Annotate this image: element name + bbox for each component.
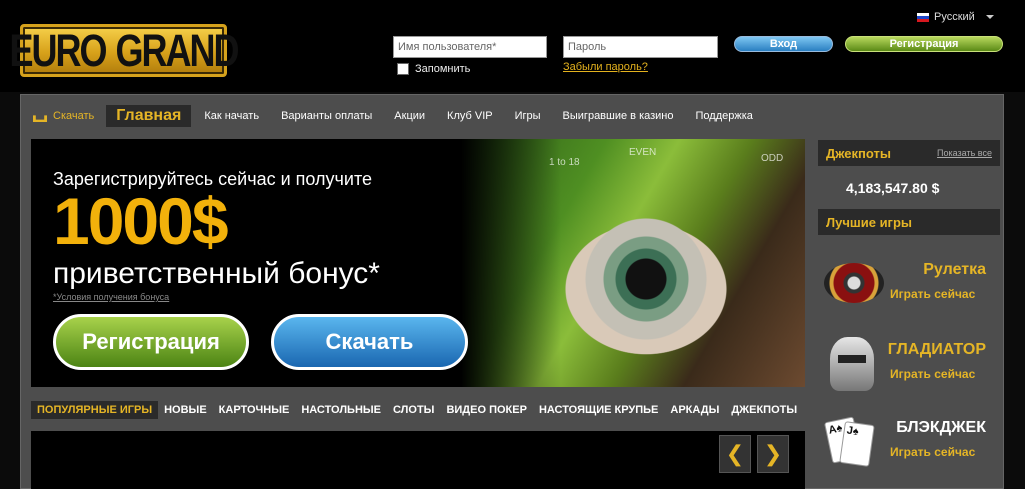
nav-how-to-start[interactable]: Как начать <box>193 110 270 122</box>
game-name: ГЛАДИАТОР <box>887 341 986 358</box>
banner-register-button[interactable]: Регистрация <box>53 314 249 370</box>
language-selector[interactable]: Русский <box>917 11 994 23</box>
main-nav: Скачать Главная Как начать Варианты опла… <box>21 103 764 129</box>
login-button[interactable]: Вход <box>734 36 833 52</box>
game-name: БЛЭКДЖЕК <box>896 419 986 436</box>
gladiator-helmet-icon <box>830 337 874 391</box>
nav-winners[interactable]: Выигравшие в казино <box>552 110 685 122</box>
game-name: Рулетка <box>923 261 986 278</box>
promo-subline: приветственный бонус* <box>53 257 380 290</box>
password-input[interactable]: Пароль <box>563 36 718 58</box>
nav-home[interactable]: Главная <box>106 105 192 127</box>
jackpots-title: Джекпоты <box>826 145 891 161</box>
jackpot-value: 4,183,547.80 $ <box>846 180 940 196</box>
carousel-next-button[interactable]: ❯ <box>757 435 789 473</box>
show-all-link[interactable]: Показать все <box>937 148 992 158</box>
best-games-title: Лучшие игры <box>826 214 913 230</box>
forgot-password-link[interactable]: Забыли пароль? <box>563 61 648 73</box>
nav-games[interactable]: Игры <box>504 110 552 122</box>
games-carousel: ❮ ❯ <box>31 431 805 489</box>
roulette-eye-image: 1 to 18 EVEN ODD <box>461 139 805 387</box>
tab-video-poker[interactable]: ВИДЕО ПОКЕР <box>440 404 533 416</box>
download-icon <box>33 115 47 122</box>
tab-popular[interactable]: ПОПУЛЯРНЫЕ ИГРЫ <box>31 401 159 419</box>
main-panel: Скачать Главная Как начать Варианты опла… <box>20 94 1004 489</box>
tab-table[interactable]: НАСТОЛЬНЫЕ <box>295 404 387 416</box>
jackpots-header: Джекпоты Показать все <box>818 140 1000 166</box>
game-gladiator[interactable]: ГЛАДИАТОР Играть сейчас <box>818 333 1000 409</box>
password-placeholder: Пароль <box>568 41 607 53</box>
tab-slots[interactable]: СЛОТЫ <box>387 404 440 416</box>
card: J♠ <box>839 421 875 467</box>
nav-support[interactable]: Поддержка <box>685 110 764 122</box>
roulette-icon <box>824 263 884 303</box>
game-blackjack[interactable]: A♠ J♠ БЛЭКДЖЕК Играть сейчас <box>818 411 1000 487</box>
game-category-tabs: ПОПУЛЯРНЫЕ ИГРЫ НОВЫЕ КАРТОЧНЫЕ НАСТОЛЬН… <box>31 400 803 420</box>
tab-arcade[interactable]: АРКАДЫ <box>664 404 725 416</box>
nav-payment-options[interactable]: Варианты оплаты <box>270 110 383 122</box>
banner-shade <box>461 139 561 387</box>
logo-text-left: EURO <box>9 24 108 76</box>
promo-amount: 1000$ <box>53 184 229 258</box>
tab-new[interactable]: НОВЫЕ <box>158 404 213 416</box>
register-top-button[interactable]: Регистрация <box>845 36 1003 52</box>
wheel-label: ODD <box>761 153 784 164</box>
remember-label: Запомнить <box>415 63 471 75</box>
chevron-down-icon <box>985 15 994 19</box>
language-label: Русский <box>934 11 975 23</box>
carousel-prev-button[interactable]: ❮ <box>719 435 751 473</box>
promo-banner[interactable]: 1 to 18 EVEN ODD Зарегистрируйтесь сейча… <box>31 139 805 387</box>
tab-card[interactable]: КАРТОЧНЫЕ <box>213 404 296 416</box>
nav-download-label: Скачать <box>53 110 95 122</box>
tab-jackpots[interactable]: ДЖЕКПОТЫ <box>725 404 803 416</box>
logo-text-right: GRAND <box>115 24 240 76</box>
remember-checkbox[interactable] <box>397 63 409 75</box>
banner-download-button[interactable]: Скачать <box>271 314 468 370</box>
nav-download[interactable]: Скачать <box>21 110 106 122</box>
play-now-link[interactable]: Играть сейчас <box>890 287 975 301</box>
bonus-terms-link[interactable]: *Условия получения бонуса <box>53 292 169 302</box>
play-now-link[interactable]: Играть сейчас <box>890 445 975 459</box>
best-games-header: Лучшие игры <box>818 209 1000 235</box>
eurogrand-logo[interactable]: EURO GRAND <box>10 24 240 77</box>
play-now-link[interactable]: Играть сейчас <box>890 367 975 381</box>
game-roulette[interactable]: Рулетка Играть сейчас <box>818 253 1000 329</box>
wheel-label: EVEN <box>629 147 657 158</box>
wheel-label: 1 to 18 <box>549 157 580 168</box>
russian-flag-icon <box>917 12 929 22</box>
remember-me[interactable]: Запомнить <box>397 63 470 75</box>
nav-vip-club[interactable]: Клуб VIP <box>436 110 504 122</box>
tab-live-dealers[interactable]: НАСТОЯЩИЕ КРУПЬЕ <box>533 404 664 416</box>
playing-cards-icon: A♠ J♠ <box>823 415 878 475</box>
nav-promotions[interactable]: Акции <box>383 110 436 122</box>
username-placeholder: Имя пользователя* <box>398 41 497 53</box>
username-input[interactable]: Имя пользователя* <box>393 36 547 58</box>
site-header: EURO GRAND Русский Имя пользователя* Пар… <box>0 0 1025 92</box>
